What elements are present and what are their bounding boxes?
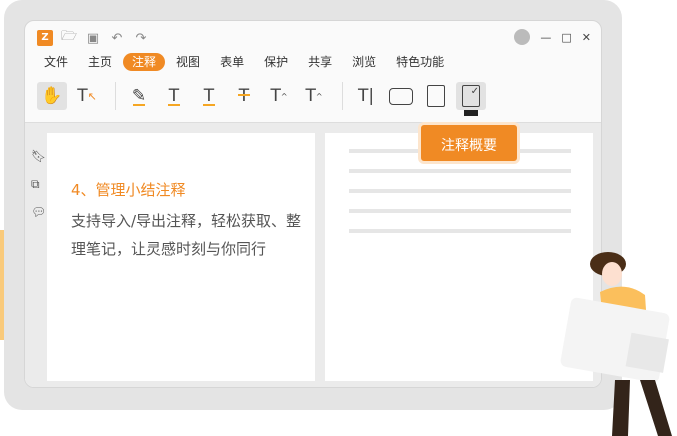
feature-heading: 4、管理小结注释 bbox=[71, 181, 186, 199]
minimize-icon[interactable]: — bbox=[540, 31, 551, 44]
rectangle-icon[interactable] bbox=[386, 82, 416, 110]
insert-text-icon[interactable]: T ^ bbox=[299, 82, 329, 110]
flag-icon bbox=[464, 110, 478, 116]
avatar[interactable] bbox=[514, 29, 531, 45]
app-logo-icon: Z bbox=[37, 30, 53, 46]
close-icon[interactable]: ✕ bbox=[582, 31, 591, 44]
hand-icon[interactable]: ✋ bbox=[37, 82, 67, 110]
menu-browse[interactable]: 浏览 bbox=[343, 53, 385, 71]
pages-icon[interactable]: ⧉ bbox=[31, 177, 40, 192]
highlight-icon[interactable]: ✎ bbox=[124, 82, 154, 110]
select-text-icon[interactable]: T ↖ bbox=[72, 82, 102, 110]
textbox-icon[interactable]: T| bbox=[351, 82, 381, 110]
underline-icon[interactable]: T bbox=[194, 82, 224, 110]
menu-form[interactable]: 表单 bbox=[211, 53, 253, 71]
person-illustration bbox=[560, 252, 672, 436]
maximize-icon[interactable]: □ bbox=[561, 31, 571, 44]
save-icon[interactable]: ▣ bbox=[85, 31, 101, 46]
menu-view[interactable]: 视图 bbox=[167, 53, 209, 71]
comments-icon[interactable]: 💬︎ bbox=[31, 205, 46, 219]
tooltip-annotation-summary: 注释概要 bbox=[418, 122, 520, 164]
menu-features[interactable]: 特色功能 bbox=[387, 53, 453, 71]
menu-file[interactable]: 文件 bbox=[35, 53, 77, 71]
strikethrough-icon[interactable]: T bbox=[229, 82, 259, 110]
annotation-summary-icon[interactable]: ✓ bbox=[456, 82, 486, 110]
replace-text-icon[interactable]: T ^ bbox=[264, 82, 294, 110]
app-window: Z 🗁 ▣ ↶ ↷ — □ ✕ 文件 主页 注释 视图 表单 保护 共享 浏览 … bbox=[24, 20, 602, 388]
page-left: 4、管理小结注释 支持导入/导出注释，轻松获取、整理笔记，让灵感时刻与你同行 bbox=[47, 133, 315, 381]
undo-icon[interactable]: ↶ bbox=[109, 31, 125, 46]
menu-annotate[interactable]: 注释 bbox=[123, 53, 166, 71]
redo-icon[interactable]: ↷ bbox=[133, 31, 149, 46]
menu-home[interactable]: 主页 bbox=[79, 53, 121, 71]
menu-bar: 文件 主页 注释 视图 表单 保护 共享 浏览 特色功能 bbox=[35, 53, 455, 71]
menu-share[interactable]: 共享 bbox=[299, 53, 341, 71]
open-folder-icon[interactable]: 🗁 bbox=[61, 27, 77, 49]
area-icon[interactable] bbox=[421, 82, 451, 110]
toolbar: ✋ T ↖ ✎ T T T T ^ T ^ T| ✓ bbox=[37, 81, 491, 111]
feature-description: 支持导入/导出注释，轻松获取、整理笔记，让灵感时刻与你同行 bbox=[71, 212, 302, 258]
bookmark-icon[interactable]: 🔖︎ bbox=[31, 149, 46, 163]
menu-protect[interactable]: 保护 bbox=[255, 53, 297, 71]
wavy-underline-icon[interactable]: T bbox=[159, 82, 189, 110]
